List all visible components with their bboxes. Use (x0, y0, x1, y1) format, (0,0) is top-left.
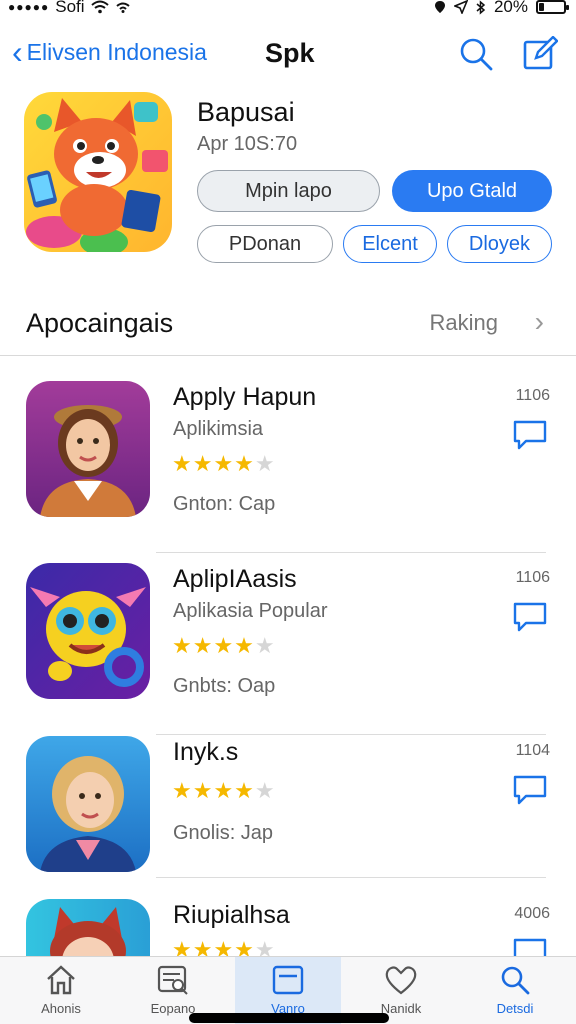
tab-search[interactable]: Detsdi (462, 957, 568, 1024)
get-app-button[interactable]: Mpin lapo (197, 170, 380, 212)
star-icon: ★★★★ (172, 937, 255, 956)
chevron-left-icon: ‹ (12, 34, 23, 70)
page-title: Spk (265, 38, 315, 68)
signal-dots-icon: ●●●●● (8, 0, 50, 14)
app-meta: Gnton: Cap (173, 493, 276, 515)
card-icon (272, 965, 304, 995)
location-pin-icon (434, 1, 445, 13)
app-count: 4006 (514, 905, 550, 922)
bluetooth-icon (476, 0, 486, 15)
search-icon[interactable] (458, 36, 494, 72)
tab-label: Ahonis (41, 1001, 81, 1016)
star-rating: ★★★★★ (172, 451, 276, 477)
hero-app-subtitle: Apr 10S:70 (197, 133, 298, 155)
woman-avatar-icon (26, 736, 150, 872)
divider (156, 877, 546, 878)
app-icon-2 (26, 563, 150, 699)
back-button[interactable]: ‹ Elivsen Indonesia (12, 36, 207, 68)
star-empty-icon: ★ (254, 451, 276, 476)
star-empty-icon: ★ (254, 633, 276, 658)
chat-bubble-icon[interactable] (512, 419, 548, 451)
monster-mascot-icon (26, 563, 150, 699)
app-subtitle: Aplikimsia (173, 418, 264, 440)
status-left: ●●●●● Sofi (8, 0, 131, 17)
app-icon-3 (26, 736, 150, 872)
app-count: 1106 (515, 569, 550, 586)
woman-avatar-icon (26, 381, 150, 517)
ranking-link[interactable]: Raking (430, 310, 498, 336)
app-row-3[interactable]: Inyk.s ★★★★★ Gnolis: Jap 1104 (0, 736, 576, 908)
app-count: 1106 (515, 387, 550, 404)
search-icon (501, 966, 530, 995)
home-indicator[interactable] (189, 1013, 389, 1023)
app-row-2[interactable]: AplipIAasis Aplikasia Popular ★★★★★ Gnbt… (0, 563, 576, 735)
app-name: Inyk.s (173, 738, 239, 766)
battery-icon (536, 0, 569, 14)
star-icon: ★★★★ (172, 451, 255, 476)
app-icon-4 (26, 899, 150, 956)
chat-bubble-icon[interactable] (512, 774, 548, 806)
hero-app-icon[interactable] (24, 92, 172, 252)
app-name: AplipIAasis (173, 565, 297, 593)
app-row-4[interactable]: Riupialhsa ★★★★★ 4006 (0, 899, 576, 956)
hero-app-title: Bapusai (197, 97, 295, 127)
star-empty-icon: ★ (254, 778, 276, 803)
list-search-icon (157, 965, 188, 995)
tab-home[interactable]: Ahonis (8, 957, 114, 1024)
star-icon: ★★★★ (172, 778, 255, 803)
fox-girl-avatar-icon (26, 899, 150, 956)
app-name: Apply Hapun (173, 383, 317, 411)
star-rating: ★★★★★ (172, 937, 276, 956)
star-rating: ★★★★★ (172, 633, 276, 659)
battery-percent: 20% (493, 0, 528, 16)
status-bar: ●●●●● Sofi 20% (0, 0, 576, 16)
app-row-1[interactable]: Apply Hapun Aplikimsia ★★★★★ Gnton: Cap … (0, 381, 576, 553)
app-meta: Gnolis: Jap (173, 822, 274, 844)
open-app-button[interactable]: Upo Gtald (392, 170, 552, 212)
filter-chip-2[interactable]: Elcent (343, 225, 437, 263)
app-meta: Gnbts: Oap (173, 675, 276, 697)
filter-chip-3[interactable]: Dloyek (447, 225, 552, 263)
chat-bubble-icon[interactable] (512, 601, 548, 633)
wifi-icon-secondary (115, 2, 130, 13)
navigation-arrow-icon (453, 0, 468, 14)
divider (156, 734, 546, 735)
star-icon: ★★★★ (172, 633, 255, 658)
app-icon-1 (26, 381, 150, 517)
section-header: Apocaingais Raking › (0, 296, 576, 356)
section-title: Apocaingais (26, 308, 174, 338)
back-label: Elivsen Indonesia (26, 38, 207, 65)
star-empty-icon: ★ (254, 937, 276, 956)
divider (156, 552, 546, 553)
status-right: 20% (434, 0, 569, 17)
wifi-icon (90, 0, 109, 14)
chat-bubble-icon[interactable] (512, 937, 548, 956)
chevron-right-icon[interactable]: › (535, 306, 544, 338)
home-icon (47, 965, 75, 995)
compose-icon[interactable] (522, 36, 558, 72)
heart-icon (385, 966, 417, 995)
app-count: 1104 (515, 742, 550, 759)
tab-label: Detsdi (496, 1001, 534, 1016)
star-rating: ★★★★★ (172, 778, 276, 804)
fox-mascot-icon (24, 92, 172, 252)
navigation-bar: ‹ Elivsen Indonesia Spk (0, 30, 576, 78)
filter-chip-1[interactable]: PDonan (197, 225, 333, 263)
app-subtitle: Aplikasia Popular (173, 600, 328, 622)
carrier-label: Sofi (55, 0, 85, 16)
app-name: Riupialhsa (173, 901, 290, 929)
battery-fill (539, 3, 544, 11)
